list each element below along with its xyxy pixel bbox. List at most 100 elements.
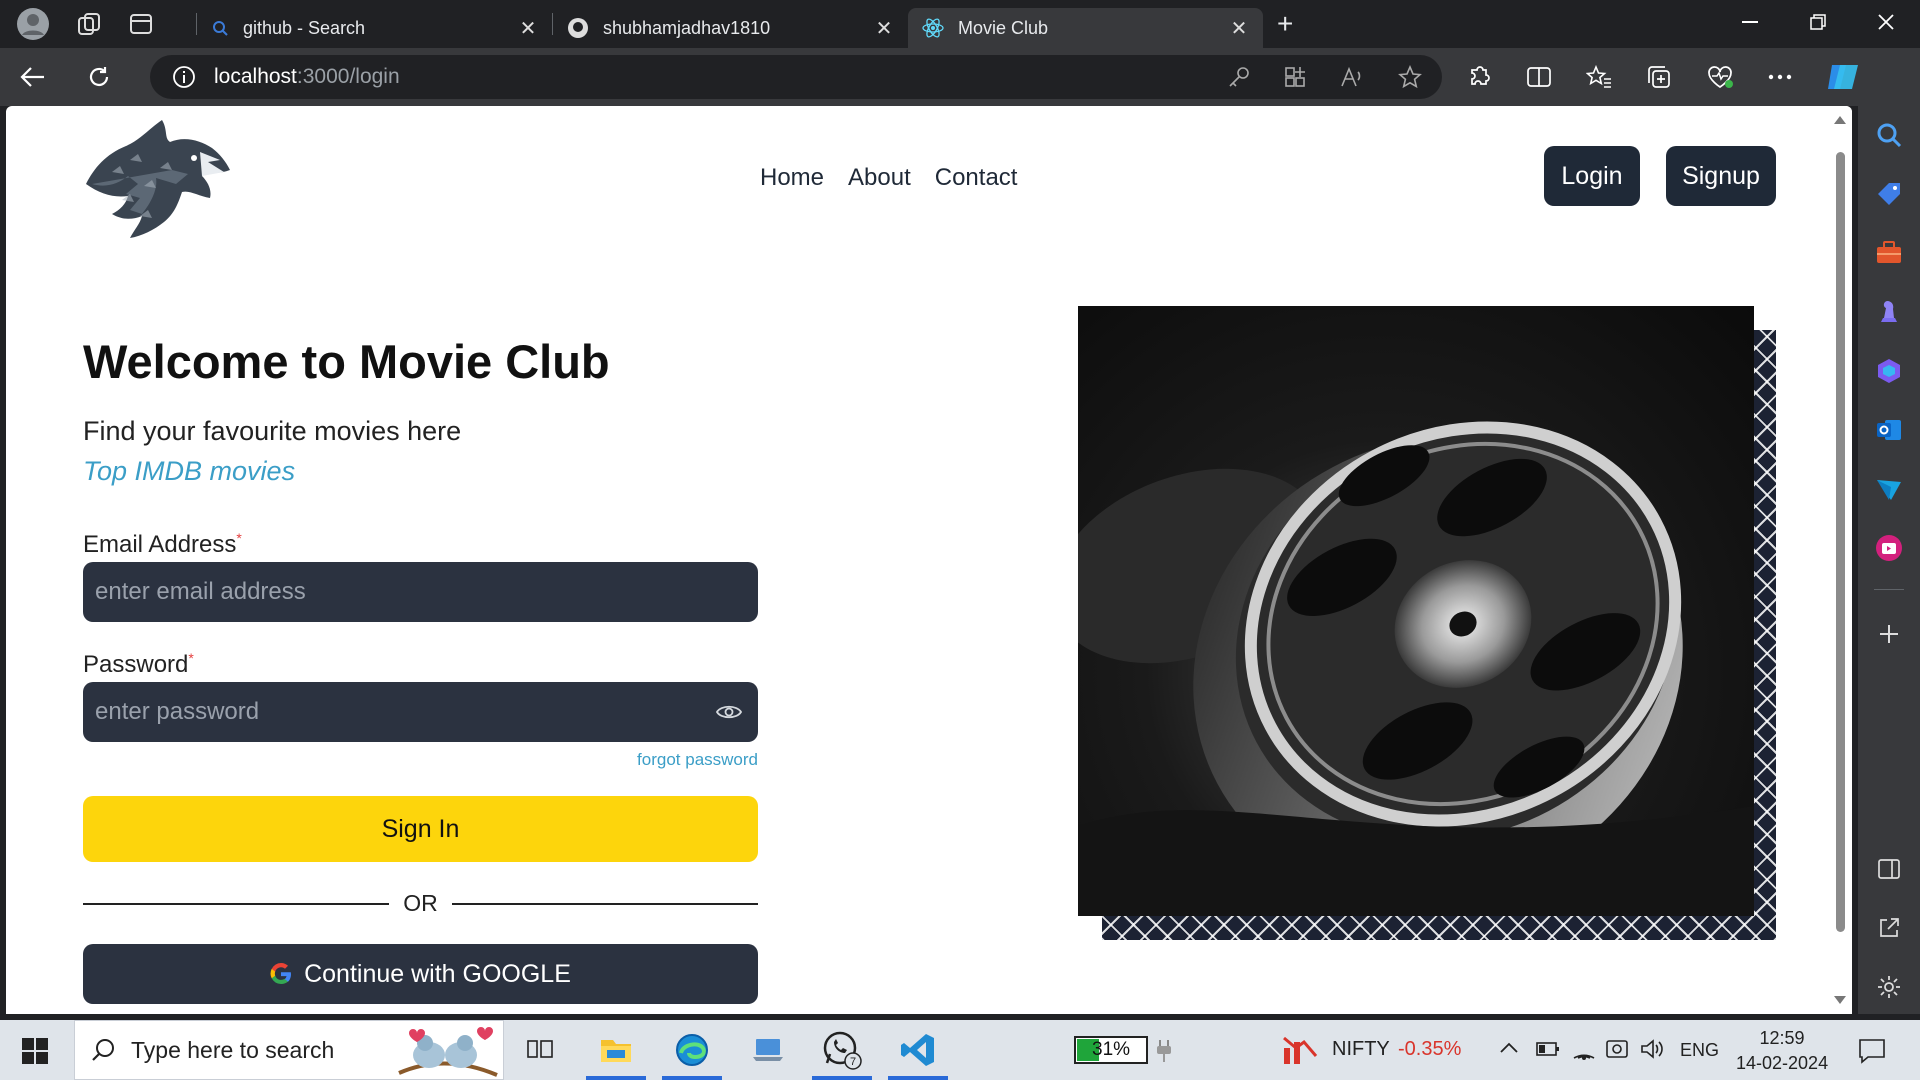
battery-widget[interactable]: 31% — [1074, 1036, 1148, 1064]
tab-title: Movie Club — [958, 17, 1049, 38]
shopping-tag-icon[interactable] — [1874, 179, 1904, 209]
active-app-indicator — [888, 1076, 948, 1080]
or-text: OR — [403, 890, 438, 916]
wifi-icon[interactable] — [1572, 1038, 1596, 1060]
back-button[interactable] — [0, 66, 66, 88]
login-button[interactable]: Login — [1544, 146, 1640, 206]
required-mark: * — [188, 650, 194, 666]
close-tab-icon[interactable]: ✕ — [874, 16, 894, 41]
windows-start-icon[interactable] — [22, 1038, 48, 1064]
hide-sidebar-icon[interactable] — [1874, 854, 1904, 884]
task-view-icon[interactable] — [518, 1028, 562, 1072]
scroll-down-arrow-icon[interactable] — [1834, 996, 1846, 1004]
collections-icon[interactable] — [1646, 64, 1672, 90]
file-explorer-icon[interactable] — [586, 1028, 646, 1080]
browser-essentials-icon[interactable] — [1706, 64, 1734, 90]
profile-avatar-icon[interactable] — [16, 7, 50, 41]
page-scrollbar[interactable] — [1828, 106, 1852, 1014]
whatsapp-icon[interactable]: 7 — [812, 1028, 872, 1080]
drop-send-icon[interactable] — [1874, 474, 1904, 504]
battery-percent: 31% — [1092, 1039, 1131, 1060]
password-field[interactable]: enter password — [83, 682, 758, 742]
sidebar-divider — [1874, 589, 1904, 590]
restore-button[interactable] — [1784, 0, 1852, 44]
active-app-indicator — [812, 1076, 872, 1080]
outlook-icon[interactable] — [1874, 415, 1904, 445]
vertical-tabs-icon[interactable] — [128, 11, 154, 37]
refresh-button[interactable] — [66, 65, 132, 89]
tab-github-search[interactable]: github - Search ✕ — [197, 8, 552, 48]
close-window-button[interactable] — [1852, 0, 1920, 44]
search-placeholder: Type here to search — [131, 1036, 335, 1063]
windows-taskbar: Type here to search 7 31% NIFTY -0.35% E… — [0, 1020, 1920, 1080]
sidebar-settings-icon[interactable] — [1874, 972, 1904, 1002]
email-label-text: Email Address — [83, 531, 237, 558]
minimize-button[interactable] — [1716, 0, 1784, 44]
password-placeholder: enter password — [95, 698, 260, 725]
active-app-indicator — [662, 1076, 722, 1080]
show-hidden-icons-chevron-icon[interactable] — [1500, 1042, 1518, 1054]
scrollbar-thumb[interactable] — [1836, 152, 1845, 932]
favorite-star-icon[interactable] — [1398, 65, 1422, 89]
page-viewport: Home About Contact Login Signup Welcome … — [6, 106, 1852, 1014]
taskbar-clock[interactable]: 12:59 14-02-2024 — [1736, 1026, 1828, 1076]
edge-sidebar — [1858, 106, 1920, 1014]
more-options-icon[interactable] — [1768, 74, 1792, 80]
copilot-icon[interactable] — [1826, 61, 1860, 93]
games-chess-icon[interactable] — [1874, 297, 1904, 327]
ticker-change: -0.35% — [1398, 1038, 1462, 1060]
stock-chart-icon[interactable] — [1282, 1034, 1318, 1066]
google-button-label: Continue with GOOGLE — [304, 959, 571, 988]
vscode-icon[interactable] — [888, 1028, 948, 1080]
show-password-eye-icon[interactable] — [716, 703, 742, 721]
laptop-app-icon[interactable] — [746, 1028, 790, 1072]
close-tab-icon[interactable]: ✕ — [1229, 16, 1249, 41]
divider-line — [83, 902, 390, 905]
or-divider: OR — [83, 890, 758, 917]
battery-status-icon[interactable] — [1536, 1040, 1560, 1058]
extensions-icon[interactable] — [1466, 64, 1492, 90]
google-signin-button[interactable]: Continue with GOOGLE — [83, 944, 758, 1004]
meet-now-icon[interactable] — [1606, 1038, 1632, 1060]
google-g-icon — [270, 963, 292, 985]
open-external-icon[interactable] — [1874, 913, 1904, 943]
sidebar-search-icon[interactable] — [1874, 120, 1904, 150]
site-info-icon[interactable] — [172, 65, 196, 89]
direwolf-logo[interactable] — [82, 116, 234, 244]
forgot-password-link[interactable]: forgot password — [628, 750, 758, 770]
url-text[interactable]: localhost:3000/login — [214, 65, 400, 89]
edge-browser-icon[interactable] — [662, 1028, 722, 1080]
apps-icon[interactable] — [1284, 66, 1306, 88]
address-bar[interactable]: localhost:3000/login — [150, 55, 1442, 99]
key-icon[interactable] — [1228, 66, 1250, 88]
sign-in-button[interactable]: Sign In — [83, 796, 758, 862]
tab-github-profile[interactable]: shubhamjadhav1810 ✕ — [553, 8, 908, 48]
search-favicon-icon — [211, 19, 229, 37]
split-screen-icon[interactable] — [1526, 65, 1552, 89]
tab-movie-club[interactable]: Movie Club ✕ — [908, 8, 1263, 48]
add-sidebar-app-icon[interactable] — [1874, 619, 1904, 649]
signup-button[interactable]: Signup — [1666, 146, 1776, 206]
email-field[interactable]: enter email address — [83, 562, 758, 622]
taskbar-search-box[interactable]: Type here to search — [74, 1020, 504, 1080]
clipchamp-icon[interactable] — [1874, 533, 1904, 563]
nav-contact-link[interactable]: Contact — [935, 164, 1018, 192]
input-language[interactable]: ENG — [1680, 1040, 1719, 1061]
tools-briefcase-icon[interactable] — [1874, 238, 1904, 268]
email-placeholder: enter email address — [95, 578, 306, 605]
new-tab-button[interactable]: + — [1277, 8, 1293, 40]
favorites-icon[interactable] — [1586, 65, 1612, 89]
url-host: localhost — [214, 65, 297, 88]
nav-about-link[interactable]: About — [848, 164, 911, 192]
volume-icon[interactable] — [1640, 1038, 1664, 1060]
scroll-up-arrow-icon[interactable] — [1834, 116, 1846, 124]
close-tab-icon[interactable]: ✕ — [518, 16, 538, 41]
top-imdb-link[interactable]: Top IMDB movies — [83, 456, 295, 487]
nav-home-link[interactable]: Home — [760, 164, 824, 192]
page-subtitle: Find your favourite movies here — [83, 416, 462, 446]
microsoft-365-icon[interactable] — [1874, 356, 1904, 386]
workspaces-icon[interactable] — [76, 11, 102, 37]
required-mark: * — [236, 530, 242, 546]
notifications-icon[interactable] — [1858, 1038, 1886, 1064]
read-aloud-icon[interactable] — [1340, 66, 1364, 88]
